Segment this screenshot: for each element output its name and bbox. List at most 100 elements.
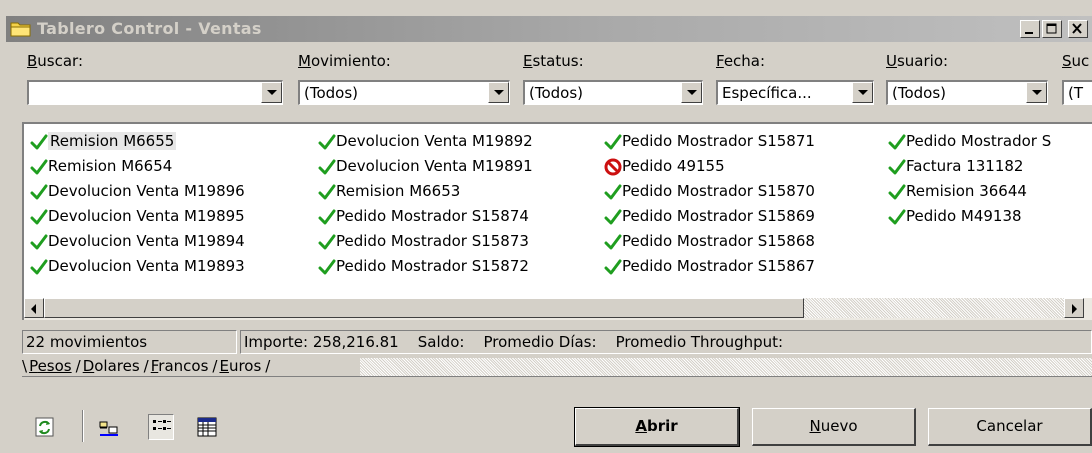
list-item-label: Devolucion Venta M19895 bbox=[48, 207, 245, 225]
list-item[interactable]: Pedido Mostrador S15873 bbox=[316, 230, 533, 255]
check-icon bbox=[318, 158, 336, 176]
large-icons-view-icon bbox=[99, 421, 118, 436]
buscar-combo[interactable] bbox=[27, 80, 283, 105]
tab-edge: / bbox=[265, 357, 271, 375]
check-icon bbox=[318, 258, 336, 276]
details-view-button[interactable] bbox=[194, 414, 220, 440]
list-item[interactable]: Remision M6654 bbox=[28, 155, 245, 180]
list-item[interactable]: Devolucion Venta M19891 bbox=[316, 155, 533, 180]
tab-dolares[interactable]: Dolares bbox=[81, 357, 142, 375]
list-item-label: Devolucion Venta M19891 bbox=[336, 157, 533, 175]
list-item[interactable]: Pedido Mostrador S15872 bbox=[316, 255, 533, 280]
close-button[interactable] bbox=[1068, 20, 1088, 38]
scroll-track[interactable] bbox=[804, 298, 1064, 318]
list-view-icon bbox=[153, 420, 171, 430]
chevron-down-icon[interactable] bbox=[852, 82, 873, 103]
usuario-combo[interactable]: (Todos) bbox=[886, 80, 1048, 105]
minimize-icon bbox=[1025, 32, 1033, 34]
list-item-label: Pedido Mostrador S15873 bbox=[336, 232, 529, 250]
tab-francos[interactable]: Francos bbox=[149, 357, 211, 375]
list-item[interactable]: Pedido Mostrador S15868 bbox=[602, 230, 815, 255]
minimize-button[interactable] bbox=[1020, 20, 1040, 38]
check-icon bbox=[30, 158, 48, 176]
check-icon bbox=[604, 233, 622, 251]
list-item[interactable]: Pedido Mostrador S15874 bbox=[316, 205, 533, 230]
estatus-combo[interactable]: (Todos) bbox=[523, 80, 703, 105]
list-item[interactable]: Devolucion Venta M19896 bbox=[28, 180, 245, 205]
list-item[interactable]: Pedido 49155 bbox=[602, 155, 815, 180]
list-item[interactable]: Devolucion Venta M19894 bbox=[28, 230, 245, 255]
scroll-left-button[interactable] bbox=[24, 298, 44, 318]
usuario-value: (Todos) bbox=[892, 84, 947, 102]
list-item[interactable]: Pedido Mostrador S bbox=[886, 130, 1051, 155]
check-icon bbox=[30, 133, 48, 151]
list-item[interactable]: Pedido Mostrador S15869 bbox=[602, 205, 815, 230]
list-item-label: Devolucion Venta M19894 bbox=[48, 232, 245, 250]
check-icon bbox=[888, 208, 906, 226]
list-item[interactable]: Devolucion Venta M19893 bbox=[28, 255, 245, 280]
abrir-button[interactable]: Abrir bbox=[574, 407, 740, 447]
check-icon bbox=[604, 133, 622, 151]
title-bar[interactable]: Tablero Control - Ventas bbox=[6, 16, 1092, 42]
check-icon bbox=[318, 133, 336, 151]
nuevo-button[interactable]: Nuevo bbox=[752, 408, 916, 446]
list-item-label: Devolucion Venta M19892 bbox=[336, 132, 533, 150]
chevron-down-icon[interactable] bbox=[261, 82, 282, 103]
scroll-right-button[interactable] bbox=[1064, 298, 1084, 318]
toolbar-separator bbox=[82, 410, 84, 442]
fecha-combo[interactable]: Específica... bbox=[716, 80, 874, 105]
check-icon bbox=[30, 208, 48, 226]
list-item-label: Pedido Mostrador S15867 bbox=[622, 257, 815, 275]
check-icon bbox=[30, 233, 48, 251]
movements-list[interactable]: Remision M6655 Remision M6654 Devolucion V… bbox=[22, 122, 1092, 320]
list-item[interactable]: Pedido Mostrador S15870 bbox=[602, 180, 815, 205]
estatus-label: Estatus: bbox=[523, 52, 584, 70]
buscar-label: Buscar: bbox=[27, 52, 84, 70]
close-icon bbox=[1072, 23, 1082, 34]
totals-summary: Importe: 258,216.81 Saldo: Promedio Días… bbox=[240, 330, 1092, 354]
check-icon bbox=[30, 258, 48, 276]
list-item[interactable]: Pedido M49138 bbox=[886, 205, 1051, 230]
list-item[interactable]: Devolucion Venta M19895 bbox=[28, 205, 245, 230]
folder-icon bbox=[10, 22, 31, 37]
list-item[interactable]: Pedido Mostrador S15867 bbox=[602, 255, 815, 280]
refresh-button[interactable] bbox=[32, 414, 58, 440]
chevron-down-icon[interactable] bbox=[488, 82, 509, 103]
tab-euros[interactable]: Euros bbox=[217, 357, 263, 375]
list-column: Remision M6655 Remision M6654 Devolucion V… bbox=[28, 130, 245, 280]
details-view-icon bbox=[197, 417, 217, 437]
maximize-button[interactable] bbox=[1042, 20, 1062, 38]
cancelar-button[interactable]: Cancelar bbox=[928, 408, 1092, 446]
currency-tabs: \ Pesos / Dolares / Francos / Euros / bbox=[22, 357, 270, 383]
list-column: Devolucion Venta M19892 Devolucion Venta … bbox=[316, 130, 533, 280]
scroll-thumb[interactable] bbox=[44, 298, 804, 318]
list-item-label: Remision 36644 bbox=[906, 182, 1027, 200]
check-icon bbox=[888, 158, 906, 176]
check-icon bbox=[888, 133, 906, 151]
list-item-label: Pedido Mostrador S15868 bbox=[622, 232, 815, 250]
list-item[interactable]: Factura 131182 bbox=[886, 155, 1051, 180]
horizontal-scrollbar[interactable] bbox=[24, 298, 1092, 320]
movimiento-combo[interactable]: (Todos) bbox=[298, 80, 510, 105]
list-item[interactable]: Remision M6655 bbox=[28, 130, 245, 155]
chevron-down-icon[interactable] bbox=[1026, 82, 1047, 103]
list-item[interactable]: Pedido Mostrador S15871 bbox=[602, 130, 815, 155]
list-item-label: Pedido Mostrador S15874 bbox=[336, 207, 529, 225]
list-item[interactable]: Remision M6653 bbox=[316, 180, 533, 205]
list-column: Pedido Mostrador S15871 Pedido 49155 Pedid… bbox=[602, 130, 815, 280]
list-item-label: Devolucion Venta M19893 bbox=[48, 257, 245, 275]
list-item-label: Remision M6655 bbox=[48, 132, 177, 150]
large-icons-view-button[interactable] bbox=[96, 414, 122, 440]
check-icon bbox=[318, 208, 336, 226]
list-item-label: Pedido Mostrador S15870 bbox=[622, 182, 815, 200]
sucursal-combo[interactable]: (T bbox=[1062, 80, 1092, 105]
list-view-button[interactable] bbox=[148, 414, 174, 440]
list-item-label: Devolucion Venta M19896 bbox=[48, 182, 245, 200]
list-item[interactable]: Remision 36644 bbox=[886, 180, 1051, 205]
movement-count: 22 movimientos bbox=[22, 330, 237, 354]
maximize-icon bbox=[1046, 23, 1057, 34]
list-item[interactable]: Devolucion Venta M19892 bbox=[316, 130, 533, 155]
movimiento-value: (Todos) bbox=[304, 84, 359, 102]
tab-pesos[interactable]: Pesos bbox=[27, 357, 74, 375]
chevron-down-icon[interactable] bbox=[681, 82, 702, 103]
